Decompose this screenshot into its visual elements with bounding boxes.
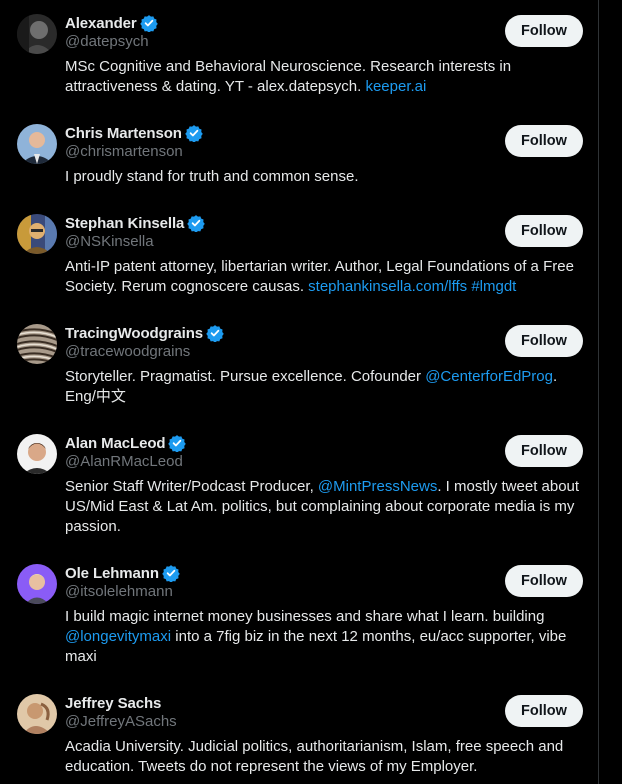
- verified-badge-icon: [168, 434, 187, 452]
- follow-button[interactable]: Follow: [505, 695, 583, 727]
- follow-button[interactable]: Follow: [505, 15, 583, 47]
- bio-link[interactable]: stephankinsella.com/lffs: [308, 278, 467, 295]
- display-name[interactable]: Chris Martenson: [65, 125, 182, 142]
- column-divider: [598, 0, 599, 784]
- avatar[interactable]: [17, 564, 57, 604]
- follow-button[interactable]: Follow: [505, 325, 583, 357]
- follow-button[interactable]: Follow: [505, 125, 583, 157]
- bio-text: I build magic internet money businesses …: [65, 608, 545, 625]
- bio-link[interactable]: keeper.ai: [365, 78, 426, 95]
- display-name[interactable]: TracingWoodgrains: [65, 325, 203, 342]
- verified-badge-icon: [139, 14, 158, 32]
- avatar[interactable]: [17, 694, 57, 734]
- bio-mention-link[interactable]: @CenterforEdProg: [425, 368, 553, 385]
- user-handle[interactable]: @AlanRMacLeod: [65, 453, 183, 470]
- painted-portrait-avatar-icon: [17, 214, 57, 254]
- bio-text: Storyteller. Pragmatist. Pursue excellen…: [65, 368, 426, 385]
- dark-portrait-avatar-icon: [17, 14, 57, 54]
- user-bio: Storyteller. Pragmatist. Pursue excellen…: [65, 367, 585, 407]
- bio-hashtag-link[interactable]: #lmgdt: [471, 278, 516, 295]
- follow-button[interactable]: Follow: [505, 435, 583, 467]
- display-name[interactable]: Alan MacLeod: [65, 435, 166, 452]
- bio-mention-link[interactable]: @longevitymaxi: [65, 628, 171, 645]
- user-handle[interactable]: @itsolelehmann: [65, 583, 173, 600]
- bio-mention-link[interactable]: @MintPressNews: [318, 478, 437, 495]
- verified-badge-icon: [206, 324, 224, 342]
- avatar[interactable]: [17, 124, 57, 164]
- user-bio: Acadia University. Judicial politics, au…: [65, 737, 585, 777]
- purple-background-avatar-icon: [17, 564, 57, 604]
- user-bio: Senior Staff Writer/Podcast Producer, @M…: [65, 477, 585, 537]
- verified-badge-icon: [185, 124, 203, 142]
- man-in-suit-avatar-icon: [17, 124, 57, 164]
- user-bio: I proudly stand for truth and common sen…: [65, 167, 585, 187]
- user-handle[interactable]: @chrismartenson: [65, 143, 183, 160]
- follow-button[interactable]: Follow: [505, 215, 583, 247]
- avatar[interactable]: [17, 14, 57, 54]
- man-headshot-avatar-icon: [17, 434, 57, 474]
- bio-text: MSc Cognitive and Behavioral Neuroscienc…: [65, 58, 512, 95]
- user-bio: Anti-IP patent attorney, libertarian wri…: [65, 257, 585, 297]
- wood-grain-avatar-icon: [17, 324, 57, 364]
- verified-badge-icon: [162, 564, 180, 582]
- user-handle[interactable]: @JeffreyASachs: [65, 713, 177, 730]
- user-handle[interactable]: @NSKinsella: [65, 233, 154, 250]
- user-bio: I build magic internet money businesses …: [65, 607, 585, 667]
- sculpture-avatar-icon: [17, 694, 57, 734]
- user-bio: MSc Cognitive and Behavioral Neuroscienc…: [65, 57, 585, 97]
- display-name[interactable]: Ole Lehmann: [65, 565, 159, 582]
- display-name[interactable]: Alexander: [65, 15, 137, 32]
- user-handle[interactable]: @tracewoodgrains: [65, 343, 190, 360]
- bio-text: Senior Staff Writer/Podcast Producer,: [65, 478, 318, 495]
- display-name[interactable]: Stephan Kinsella: [65, 215, 184, 232]
- bio-text: Acadia University. Judicial politics, au…: [65, 738, 564, 775]
- avatar[interactable]: [17, 434, 57, 474]
- avatar[interactable]: [17, 324, 57, 364]
- display-name[interactable]: Jeffrey Sachs: [65, 695, 161, 712]
- user-handle[interactable]: @datepsych: [65, 33, 149, 50]
- verified-badge-icon: [187, 214, 206, 232]
- follow-button[interactable]: Follow: [505, 565, 583, 597]
- bio-text: I proudly stand for truth and common sen…: [65, 168, 359, 185]
- avatar[interactable]: [17, 214, 57, 254]
